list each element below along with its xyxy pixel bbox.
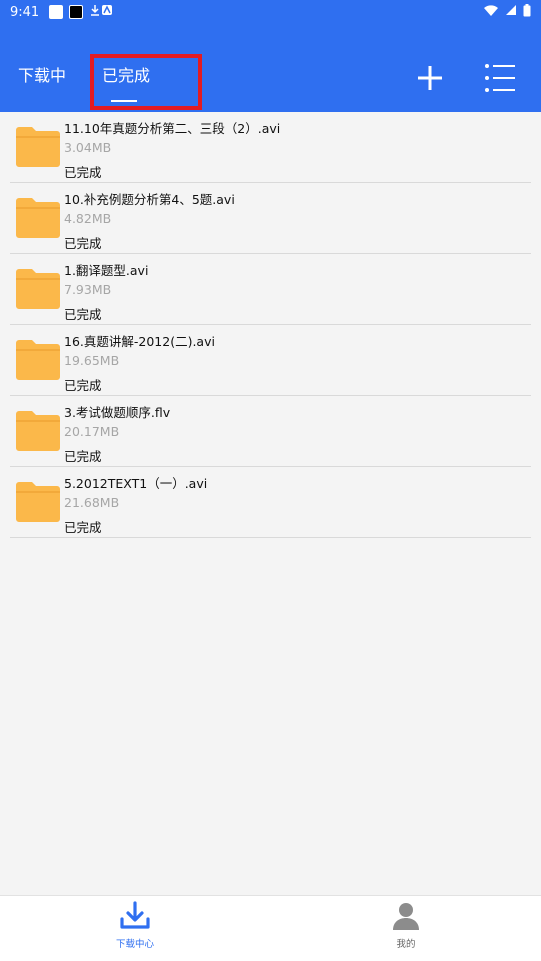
status-time: 9:41 — [10, 4, 40, 20]
nav-download-center[interactable]: 下载中心 — [85, 896, 185, 961]
file-name: 3.考试做题顺序.flv — [64, 405, 171, 420]
file-name: 1.翻译题型.avi — [64, 263, 149, 278]
file-size: 19.65MB — [64, 353, 120, 368]
folder-icon — [16, 198, 60, 238]
file-status: 已完成 — [64, 165, 102, 180]
folder-icon — [16, 269, 60, 309]
list-item[interactable]: 10.补充例题分析第4、5题.avi 4.82MB 已完成 — [10, 183, 531, 254]
file-size: 21.68MB — [64, 495, 120, 510]
list-item[interactable]: 1.翻译题型.avi 7.93MB 已完成 — [10, 254, 531, 325]
add-button[interactable] — [408, 56, 452, 100]
list-item[interactable]: 3.考试做题顺序.flv 20.17MB 已完成 — [10, 396, 531, 467]
notification-icon — [69, 5, 84, 19]
list-menu-icon — [485, 64, 515, 92]
bottom-navigation: 下载中心 我的 — [0, 895, 541, 961]
file-status: 已完成 — [64, 236, 102, 251]
user-icon — [393, 903, 419, 930]
plus-icon — [418, 66, 442, 90]
download-status-icon — [89, 4, 101, 20]
list-item[interactable]: 11.10年真题分析第二、三段（2）.avi 3.04MB 已完成 — [10, 112, 531, 183]
folder-icon — [16, 127, 60, 167]
file-name: 11.10年真题分析第二、三段（2）.avi — [64, 121, 281, 136]
file-name: 5.2012TEXT1（一）.avi — [64, 476, 208, 491]
file-status: 已完成 — [64, 520, 102, 535]
list-item[interactable]: 16.真题讲解-2012(二).avi 19.65MB 已完成 — [10, 325, 531, 396]
signal-icon — [505, 4, 517, 20]
status-right — [483, 3, 531, 21]
file-size: 4.82MB — [64, 211, 112, 226]
file-size: 7.93MB — [64, 282, 112, 297]
top-app-bar: 9:41 下载中 已完成 — [0, 0, 541, 112]
nav-profile[interactable]: 我的 — [356, 896, 456, 961]
wifi-icon — [483, 4, 499, 21]
battery-icon — [523, 3, 531, 21]
file-status: 已完成 — [64, 307, 102, 322]
app-status-icon — [101, 4, 113, 20]
file-size: 20.17MB — [64, 424, 120, 439]
nav-label: 下载中心 — [115, 939, 154, 950]
folder-icon — [16, 340, 60, 380]
tab-bar: 下载中 已完成 — [0, 56, 541, 106]
list-item[interactable]: 5.2012TEXT1（一）.avi 21.68MB 已完成 — [10, 467, 531, 538]
folder-icon — [16, 411, 60, 451]
nav-label: 我的 — [396, 939, 416, 950]
notification-icon — [49, 5, 64, 19]
file-size: 3.04MB — [64, 140, 112, 155]
status-bar: 9:41 — [0, 0, 541, 24]
list-menu-button[interactable] — [478, 56, 522, 100]
file-status: 已完成 — [64, 449, 102, 464]
tab-downloading[interactable]: 下载中 — [18, 62, 66, 86]
file-name: 16.真题讲解-2012(二).avi — [64, 334, 215, 349]
folder-icon — [16, 482, 60, 522]
annotation-highlight-box — [90, 54, 202, 110]
download-icon — [120, 901, 150, 929]
file-status: 已完成 — [64, 378, 102, 393]
file-name: 10.补充例题分析第4、5题.avi — [64, 192, 235, 207]
